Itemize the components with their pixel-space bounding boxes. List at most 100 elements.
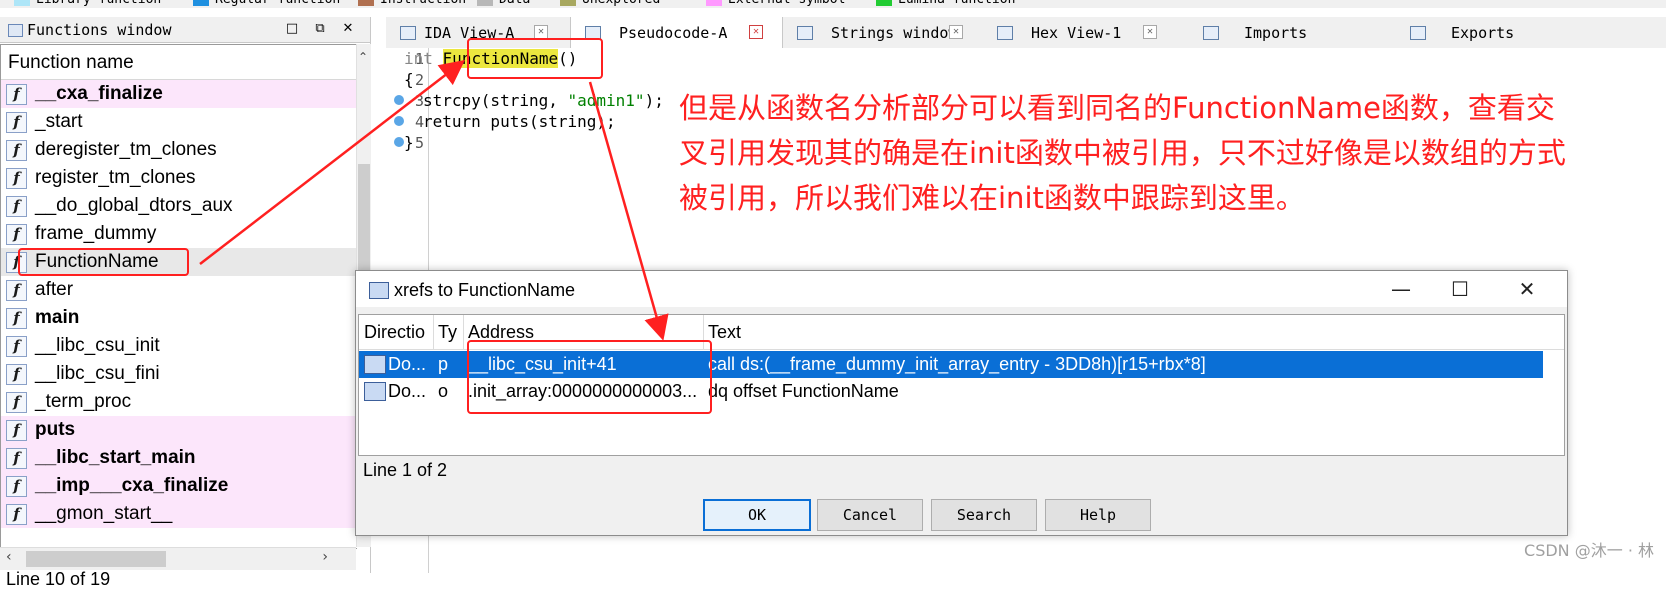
tab-close-icon[interactable]: ✕ [1143, 25, 1157, 39]
function-row[interactable]: f FunctionName [1, 248, 357, 276]
xref-direction: Do... [388, 381, 427, 401]
xrefs-status: Line 1 of 2 [363, 460, 448, 480]
tab-pseudocode-a[interactable]: Pseudocode-A ✕ [570, 17, 783, 49]
column-header-direction[interactable]: Directio [364, 322, 425, 343]
float-window-icon[interactable]: ⧉ [312, 21, 328, 36]
function-row[interactable]: f __libc_csu_fini [1, 360, 357, 388]
strcpy-call: strcpy(string, [423, 91, 568, 110]
search-button[interactable]: Search [931, 499, 1037, 531]
legend-item: Data [477, 0, 530, 6]
column-header-text[interactable]: Text [708, 322, 741, 343]
functions-window-title: Functions window [27, 21, 172, 39]
function-row[interactable]: f __do_global_dtors_aux [1, 192, 357, 220]
function-row[interactable]: f main [1, 304, 357, 332]
code-line-4[interactable]: return puts(string); [423, 112, 616, 131]
legend-swatch [193, 0, 209, 6]
annotation-text: 但是从函数名分析部分可以看到同名的FunctionName函数，查看交叉引用发现… [679, 91, 1566, 215]
help-button[interactable]: Help [1045, 499, 1151, 531]
function-row[interactable]: f __imp___cxa_finalize [1, 472, 357, 500]
dialog-title: xrefs to FunctionName [394, 280, 576, 300]
tab-close-icon[interactable]: ✕ [749, 25, 763, 39]
xrefs-table[interactable]: Directio Ty Address Text Do... p __libc_cs… [358, 314, 1565, 456]
tab-close-icon[interactable]: ✕ [534, 25, 548, 39]
function-row[interactable]: f __libc_csu_init [1, 332, 357, 360]
call-end: ); [644, 91, 664, 110]
xref-direction: Do... [388, 354, 427, 374]
minimize-icon[interactable]: — [1378, 275, 1424, 303]
dialog-titlebar[interactable]: xrefs to FunctionName — ☐ ✕ [356, 271, 1567, 307]
code-line-5[interactable]: } [404, 133, 414, 152]
string-literal: "admin1" [567, 91, 645, 110]
function-row[interactable]: f _start [1, 108, 357, 136]
scroll-right-arrow-icon[interactable]: › [322, 549, 328, 565]
xref-text: call ds:(__frame_dummy_init_array_entry … [708, 354, 1206, 374]
horizontal-scrollbar[interactable]: ‹ › [0, 547, 356, 570]
function-icon: f [6, 448, 27, 469]
ok-button[interactable]: OK [703, 499, 811, 531]
legend-swatch [706, 0, 722, 6]
column-divider[interactable] [703, 315, 704, 349]
function-row[interactable]: f after [1, 276, 357, 304]
function-name: __libc_csu_init [35, 335, 160, 356]
tab-hex-view-1[interactable]: Hex View-1 ✕ [983, 17, 1187, 48]
tab-strings-window[interactable]: Strings window ✕ [783, 17, 981, 48]
function-row[interactable]: f frame_dummy [1, 220, 357, 248]
tab-exports[interactable]: Exports [1396, 17, 1596, 48]
tab-label: Exports [1451, 24, 1515, 42]
return-statement: return puts(string); [423, 112, 616, 131]
column-header-type[interactable]: Ty [438, 322, 457, 343]
code-line-2[interactable]: { [404, 70, 414, 89]
functions-window-icon [8, 24, 23, 37]
function-icon: f [6, 420, 27, 441]
function-row[interactable]: f puts [1, 416, 357, 444]
legend-item: Lumina function [876, 0, 1015, 6]
scroll-up-arrow-icon[interactable]: ⌃ [358, 50, 368, 64]
function-row[interactable]: f __libc_start_main [1, 444, 357, 472]
function-name: puts [35, 419, 76, 440]
close-icon[interactable]: ✕ [340, 21, 356, 36]
functions-window: Functions window □ ⧉ ✕ Function name f __… [0, 17, 371, 589]
function-name: __cxa_finalize [35, 83, 163, 104]
tab-icon [400, 26, 416, 40]
function-name-highlight[interactable]: FunctionName [442, 49, 559, 68]
xref-row-icon [364, 382, 386, 401]
column-header-address[interactable]: Address [468, 322, 534, 343]
scrollbar-thumb[interactable] [26, 551, 166, 567]
code-line-3[interactable]: strcpy(string, "admin1"); [423, 91, 664, 110]
function-icon: f [6, 140, 27, 161]
close-icon[interactable]: ✕ [1504, 275, 1550, 303]
tab-icon [1203, 26, 1219, 40]
function-row[interactable]: f _term_proc [1, 388, 357, 416]
function-list-header[interactable]: Function name [1, 45, 357, 80]
maximize-icon[interactable]: ☐ [1437, 275, 1483, 303]
tab-ida-view-a[interactable]: IDA View-A ✕ [386, 17, 568, 48]
function-list[interactable]: Function name f __cxa_finalize f _start f der… [0, 44, 357, 549]
legend-item: Regular function [193, 0, 340, 6]
minimize-icon[interactable]: □ [284, 21, 300, 36]
keyword-int: int [404, 49, 433, 68]
column-divider[interactable] [433, 315, 434, 349]
column-header-function-name[interactable]: Function name [8, 52, 134, 74]
column-divider[interactable] [463, 315, 464, 349]
scroll-left-arrow-icon[interactable]: ‹ [6, 549, 12, 565]
function-row[interactable]: f register_tm_clones [1, 164, 357, 192]
function-name: __gmon_start__ [35, 503, 173, 524]
tab-close-icon[interactable]: ✕ [949, 25, 963, 39]
tab-label: Strings window [831, 24, 958, 42]
tab-imports[interactable]: Imports [1189, 17, 1394, 48]
open-brace: { [404, 70, 414, 89]
function-row[interactable]: f deregister_tm_clones [1, 136, 357, 164]
tab-label: Pseudocode-A [619, 24, 728, 42]
xref-row[interactable]: Do... o .init_array:0000000000003... dq off… [359, 378, 1543, 405]
parens: () [558, 49, 578, 68]
code-line-1[interactable]: int FunctionName() [404, 49, 577, 68]
function-row[interactable]: f __gmon_start__ [1, 500, 357, 528]
legend-swatch [560, 0, 576, 6]
function-name: __libc_start_main [35, 447, 196, 468]
cancel-button[interactable]: Cancel [817, 499, 923, 531]
xref-row[interactable]: Do... p __libc_csu_init+41 call ds:(__frame… [359, 351, 1543, 378]
function-icon: f [6, 252, 27, 273]
function-name: __do_global_dtors_aux [35, 195, 233, 216]
function-row[interactable]: f __cxa_finalize [1, 80, 357, 108]
legend-label: External symbol [728, 0, 845, 6]
